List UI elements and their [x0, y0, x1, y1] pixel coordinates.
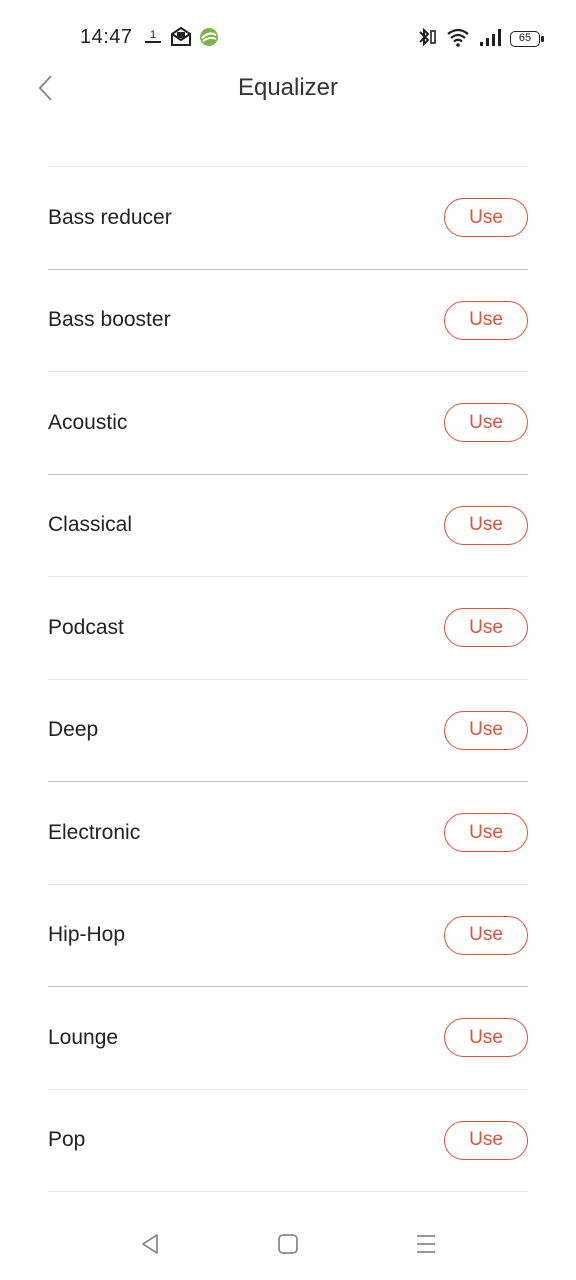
use-button[interactable]: Use	[444, 710, 528, 750]
use-button[interactable]: Use	[444, 813, 528, 853]
preset-row-bass-reducer: Bass reducer Use	[48, 167, 528, 270]
use-button[interactable]: Use	[444, 198, 528, 238]
preset-name: Bass booster	[48, 308, 171, 332]
preset-name: Bass reducer	[48, 205, 172, 229]
use-button[interactable]: Use	[444, 608, 528, 648]
preset-row-hip-hop: Hip-Hop Use	[48, 885, 528, 987]
preset-row-bass-booster: Bass booster Use	[48, 270, 528, 372]
use-button[interactable]: Use	[444, 505, 528, 545]
use-button[interactable]: Use	[444, 300, 528, 340]
bluetooth-icon	[416, 26, 438, 53]
use-button[interactable]: Use	[444, 915, 528, 955]
use-button[interactable]: Use	[444, 1120, 528, 1160]
preset-name: Electronic	[48, 820, 141, 844]
svg-text:1: 1	[150, 29, 156, 41]
mail-app-icon	[170, 26, 192, 53]
preset-name: Hip-Hop	[48, 923, 126, 947]
preset-name: Classical	[48, 513, 133, 537]
wifi-icon	[446, 26, 470, 53]
signal-icon	[478, 26, 502, 53]
status-left-icons: 1	[142, 26, 220, 52]
use-button[interactable]: Use	[444, 403, 528, 443]
preset-row-pop: Pop Use	[48, 1090, 528, 1192]
status-right-icons: 65	[416, 26, 544, 53]
equalizer-screen: 14:47 1 65 Equalizer Bass reducer Use Ba…	[0, 0, 576, 1280]
preset-name: Lounge	[48, 1025, 119, 1049]
preset-name: Acoustic	[48, 410, 128, 434]
preset-row-classical: Classical Use	[48, 475, 528, 577]
nav-back-button[interactable]	[134, 1230, 166, 1262]
equalizer-preset-list: Bass reducer Use Bass booster Use Acoust…	[48, 166, 528, 1192]
preset-name: Deep	[48, 718, 99, 742]
page-title: Equalizer	[237, 74, 339, 101]
system-nav-bar	[0, 1214, 576, 1274]
preset-row-lounge: Lounge Use	[48, 987, 528, 1090]
preset-row-podcast: Podcast Use	[48, 577, 528, 680]
preset-row-electronic: Electronic Use	[48, 782, 528, 885]
nav-home-button[interactable]	[272, 1230, 304, 1262]
app-header: Equalizer	[0, 60, 576, 120]
preset-row-acoustic: Acoustic Use	[48, 372, 528, 475]
nav-menu-button[interactable]	[410, 1230, 442, 1262]
preset-name: Podcast	[48, 615, 124, 639]
status-time: 14:47	[80, 26, 133, 48]
preset-row-deep: Deep Use	[48, 680, 528, 782]
back-triangle-icon	[138, 1232, 162, 1261]
use-button[interactable]: Use	[444, 1018, 528, 1058]
battery-icon: 65	[510, 31, 544, 47]
globe-app-icon	[198, 26, 220, 53]
notification-app-icon: 1	[142, 26, 164, 53]
preset-name: Pop	[48, 1128, 86, 1152]
home-square-icon	[276, 1232, 300, 1261]
menu-lines-icon	[414, 1232, 438, 1261]
